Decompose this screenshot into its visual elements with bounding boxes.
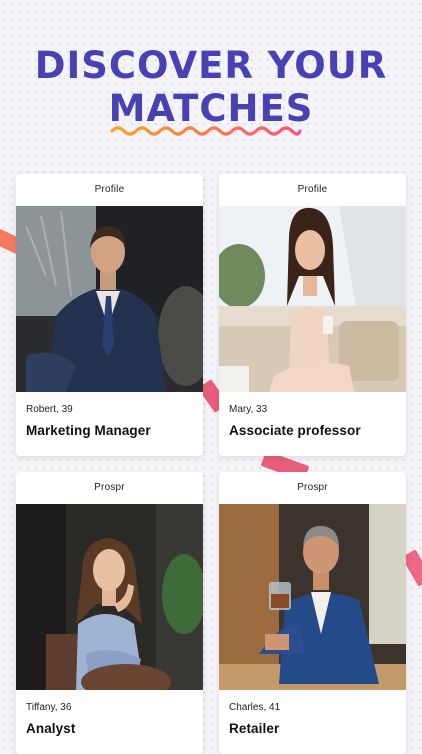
job-title: Associate professor (229, 423, 361, 438)
headline-line-1: DISCOVER YOUR (34, 44, 388, 87)
job-title: Marketing Manager (26, 423, 151, 438)
profile-card[interactable]: Prospr Charles, 41 Retailer (219, 472, 406, 754)
woman-on-sofa-photo[interactable] (219, 206, 406, 392)
name-age: Mary, 33 (229, 404, 268, 415)
man-in-suit-photo[interactable] (16, 206, 203, 392)
card-header: Prospr (94, 482, 125, 493)
profile-card[interactable]: Profile Robert, 39 Marketing Manager (16, 174, 203, 456)
profile-card[interactable]: Prospr Tiffany, 36 Analyst (16, 472, 203, 754)
headline: DISCOVER YOUR MATCHES (0, 44, 422, 130)
wavy-underline (110, 126, 302, 136)
name-age: Tiffany, 36 (26, 702, 72, 713)
job-title: Analyst (26, 721, 76, 736)
name-age: Robert, 39 (26, 404, 73, 415)
card-header: Prospr (297, 482, 328, 493)
man-with-glass-photo[interactable] (219, 504, 406, 690)
woman-posing-photo[interactable] (16, 504, 203, 690)
job-title: Retailer (229, 721, 280, 736)
name-age: Charles, 41 (229, 702, 281, 713)
profile-card[interactable]: Profile Mary, 33 Associate professor (219, 174, 406, 456)
card-header: Profile (297, 184, 328, 195)
card-header: Profile (94, 184, 125, 195)
